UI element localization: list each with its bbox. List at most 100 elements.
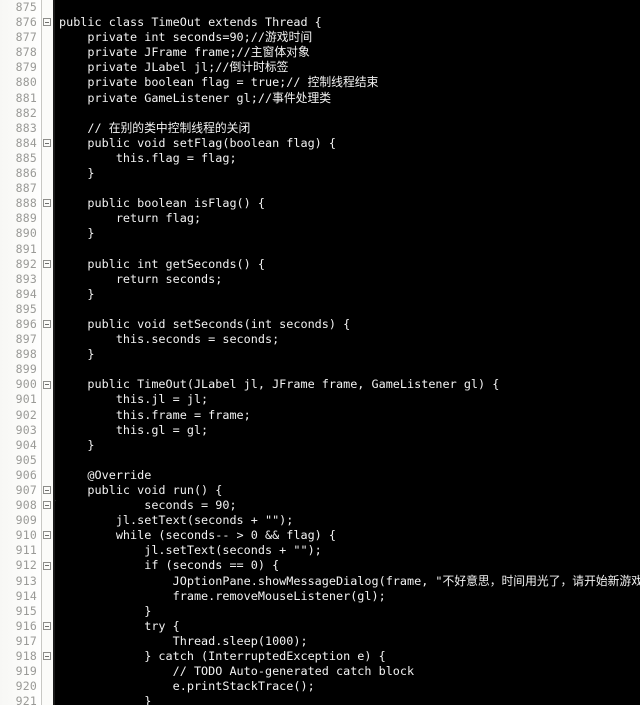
code-line[interactable]: private boolean flag = true;// 控制线程结束: [55, 75, 640, 90]
line-number: 909: [15, 513, 37, 528]
fold-toggle[interactable]: [42, 528, 55, 543]
code-line[interactable]: // 在别的类中控制线程的关闭: [55, 121, 640, 136]
code-line[interactable]: private GameListener gl;//事件处理类: [55, 91, 640, 106]
code-line[interactable]: [55, 0, 640, 15]
collapse-icon[interactable]: [43, 18, 51, 27]
code-line[interactable]: return flag;: [55, 211, 640, 226]
code-line[interactable]: frame.removeMouseListener(gl);: [55, 589, 640, 604]
collapse-icon[interactable]: [43, 320, 51, 329]
code-line[interactable]: }: [55, 604, 640, 619]
code-line[interactable]: }: [55, 347, 640, 362]
line-number: 892: [15, 256, 37, 271]
collapse-icon[interactable]: [43, 652, 51, 661]
code-editor[interactable]: 875 876 877 878 879 880 881 882 883 884 885 886 887 8…: [0, 0, 640, 705]
code-line[interactable]: [55, 181, 640, 196]
collapse-icon[interactable]: [43, 139, 51, 148]
source-code[interactable]: public class TimeOut extends Thread { pr…: [55, 0, 640, 705]
code-line[interactable]: }: [55, 226, 640, 241]
code-line[interactable]: @Override: [55, 468, 640, 483]
code-line[interactable]: public int getSeconds() {: [55, 257, 640, 272]
code-line[interactable]: public void setFlag(boolean flag) {: [55, 136, 640, 151]
fold-toggle[interactable]: [42, 377, 55, 392]
collapse-icon[interactable]: [43, 531, 51, 540]
code-folding-gutter[interactable]: [42, 0, 55, 705]
code-line[interactable]: jl.setText(seconds + "");: [55, 543, 640, 558]
code-line[interactable]: public boolean isFlag() {: [55, 196, 640, 211]
code-line[interactable]: Thread.sleep(1000);: [55, 634, 640, 649]
code-line[interactable]: private JLabel jl;//倒计时标签: [55, 60, 640, 75]
code-line[interactable]: }: [55, 166, 640, 181]
fold-toggle[interactable]: [42, 15, 55, 30]
fold-toggle[interactable]: [42, 619, 55, 634]
collapse-icon[interactable]: [43, 501, 51, 510]
code-line[interactable]: this.flag = flag;: [55, 151, 640, 166]
fold-toggle[interactable]: [42, 317, 55, 332]
code-line[interactable]: this.seconds = seconds;: [55, 332, 640, 347]
code-line[interactable]: public class TimeOut extends Thread {: [55, 15, 640, 30]
code-line[interactable]: private int seconds=90;//游戏时间: [55, 30, 640, 45]
line-number: 906: [15, 467, 37, 482]
code-line[interactable]: this.frame = frame;: [55, 408, 640, 423]
code-line[interactable]: try {: [55, 619, 640, 634]
line-number: 893: [15, 271, 37, 286]
code-line[interactable]: }: [55, 438, 640, 453]
collapse-icon[interactable]: [43, 622, 51, 631]
code-line[interactable]: public void setSeconds(int seconds) {: [55, 317, 640, 332]
code-line[interactable]: public TimeOut(JLabel jl, JFrame frame, …: [55, 377, 640, 392]
code-line[interactable]: } catch (InterruptedException e) {: [55, 649, 640, 664]
commented-out-marker: //: [55, 498, 56, 513]
fold-toggle[interactable]: [42, 136, 55, 151]
fold-toggle[interactable]: [42, 498, 55, 513]
fold-toggle[interactable]: [42, 483, 55, 498]
line-number: 913: [15, 573, 37, 588]
line-number: 886: [15, 166, 37, 181]
code-line[interactable]: }: [55, 694, 640, 705]
fold-toggle[interactable]: [42, 196, 55, 211]
line-number: 891: [15, 241, 37, 256]
collapse-icon[interactable]: [43, 199, 51, 208]
collapse-icon[interactable]: [43, 380, 51, 389]
code-line[interactable]: [55, 302, 640, 317]
code-line[interactable]: while (seconds-- > 0 && flag) {: [55, 528, 640, 543]
code-line[interactable]: [55, 106, 640, 121]
line-number: 902: [15, 407, 37, 422]
code-line[interactable]: this.gl = gl;: [55, 423, 640, 438]
code-line[interactable]: // seconds = 90;: [55, 498, 640, 513]
collapse-icon[interactable]: [43, 486, 51, 495]
collapse-icon[interactable]: [43, 561, 51, 570]
code-content-area[interactable]: public class TimeOut extends Thread { pr…: [55, 0, 640, 705]
line-number: 917: [15, 633, 37, 648]
code-line-text: seconds = 90;: [59, 498, 237, 513]
code-line[interactable]: // TODO Auto-generated catch block: [55, 664, 640, 679]
code-line[interactable]: return seconds;: [55, 272, 640, 287]
collapse-icon[interactable]: [43, 259, 51, 268]
fold-toggle[interactable]: [42, 558, 55, 573]
line-number: 914: [15, 588, 37, 603]
code-line[interactable]: [55, 242, 640, 257]
code-line[interactable]: private JFrame frame;//主窗体对象: [55, 45, 640, 60]
line-number: 900: [15, 377, 37, 392]
code-line[interactable]: [55, 453, 640, 468]
code-line[interactable]: e.printStackTrace();: [55, 679, 640, 694]
code-line[interactable]: JOptionPane.showMessageDialog(frame, "不好…: [55, 574, 640, 589]
fold-toggle[interactable]: [42, 649, 55, 664]
line-number: 878: [15, 45, 37, 60]
code-line[interactable]: }: [55, 287, 640, 302]
fold-toggle[interactable]: [42, 257, 55, 272]
code-line[interactable]: jl.setText(seconds + "");: [55, 513, 640, 528]
code-line[interactable]: public void run() {: [55, 483, 640, 498]
code-line[interactable]: this.jl = jl;: [55, 392, 640, 407]
code-line[interactable]: if (seconds == 0) {: [55, 558, 640, 573]
code-line[interactable]: [55, 362, 640, 377]
